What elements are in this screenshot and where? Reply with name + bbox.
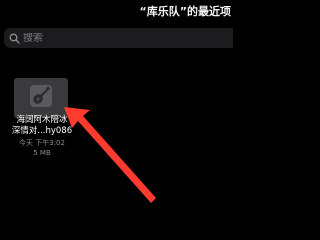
search-bar[interactable] (4, 28, 233, 48)
guitar-icon (29, 84, 53, 112)
file-size: 5 MB (33, 149, 51, 157)
search-icon (8, 32, 20, 44)
page-title: “库乐队”的最近项 (139, 5, 231, 18)
recent-files-screen: “库乐队”的最近项 海阔阿木陪冰 深情对...hy086 今天 下午3 (0, 0, 233, 222)
file-date: 今天 下午3:02 (19, 139, 65, 147)
file-thumbnail[interactable] (14, 78, 68, 118)
file-name-line2: 深情对...hy086 (11, 126, 73, 136)
search-input[interactable] (23, 32, 203, 44)
file-name-line1: 海阔阿木陪冰 (16, 115, 68, 125)
